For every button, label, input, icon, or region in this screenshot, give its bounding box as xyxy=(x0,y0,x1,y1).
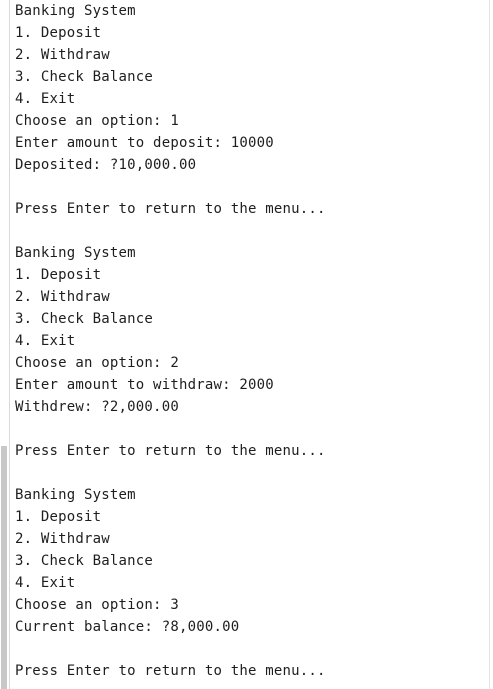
right-border xyxy=(489,0,490,689)
console-line: Current balance: ?8,000.00 xyxy=(15,619,240,635)
console-line: 3. Check Balance xyxy=(15,311,154,327)
console-line: Banking System xyxy=(15,3,136,19)
console-line: Choose an option: 1 xyxy=(15,113,179,129)
console-line: 4. Exit xyxy=(15,333,76,349)
console-line: 2. Withdraw xyxy=(15,47,110,63)
console-line: 2. Withdraw xyxy=(15,289,110,305)
console-line: 3. Check Balance xyxy=(15,553,154,569)
console-line: 2. Withdraw xyxy=(15,531,110,547)
console-line: Press Enter to return to the menu... xyxy=(15,201,326,217)
console-line: Withdrew: ?2,000.00 xyxy=(15,399,179,415)
console-line: Press Enter to return to the menu... xyxy=(15,443,326,459)
left-border xyxy=(9,0,10,689)
console-line: 4. Exit xyxy=(15,575,76,591)
console-text: Banking System 1. Deposit 2. Withdraw 3.… xyxy=(15,0,326,682)
console-line: 3. Check Balance xyxy=(15,69,154,85)
console-line: Choose an option: 3 xyxy=(15,597,179,613)
console-line: Banking System xyxy=(15,487,136,503)
console-line: Banking System xyxy=(15,245,136,261)
console-line: Enter amount to deposit: 10000 xyxy=(15,135,274,151)
console-output-pane[interactable]: Banking System 1. Deposit 2. Withdraw 3.… xyxy=(0,0,493,689)
console-line: 1. Deposit xyxy=(15,25,102,41)
console-line: 1. Deposit xyxy=(15,509,102,525)
console-line: Choose an option: 2 xyxy=(15,355,179,371)
console-line: 1. Deposit xyxy=(15,267,102,283)
scrollbar-thumb[interactable] xyxy=(1,446,7,689)
console-line: Enter amount to withdraw: 2000 xyxy=(15,377,274,393)
console-line: 4. Exit xyxy=(15,91,76,107)
console-line: Deposited: ?10,000.00 xyxy=(15,157,197,173)
console-line: Press Enter to return to the menu... xyxy=(15,663,326,679)
